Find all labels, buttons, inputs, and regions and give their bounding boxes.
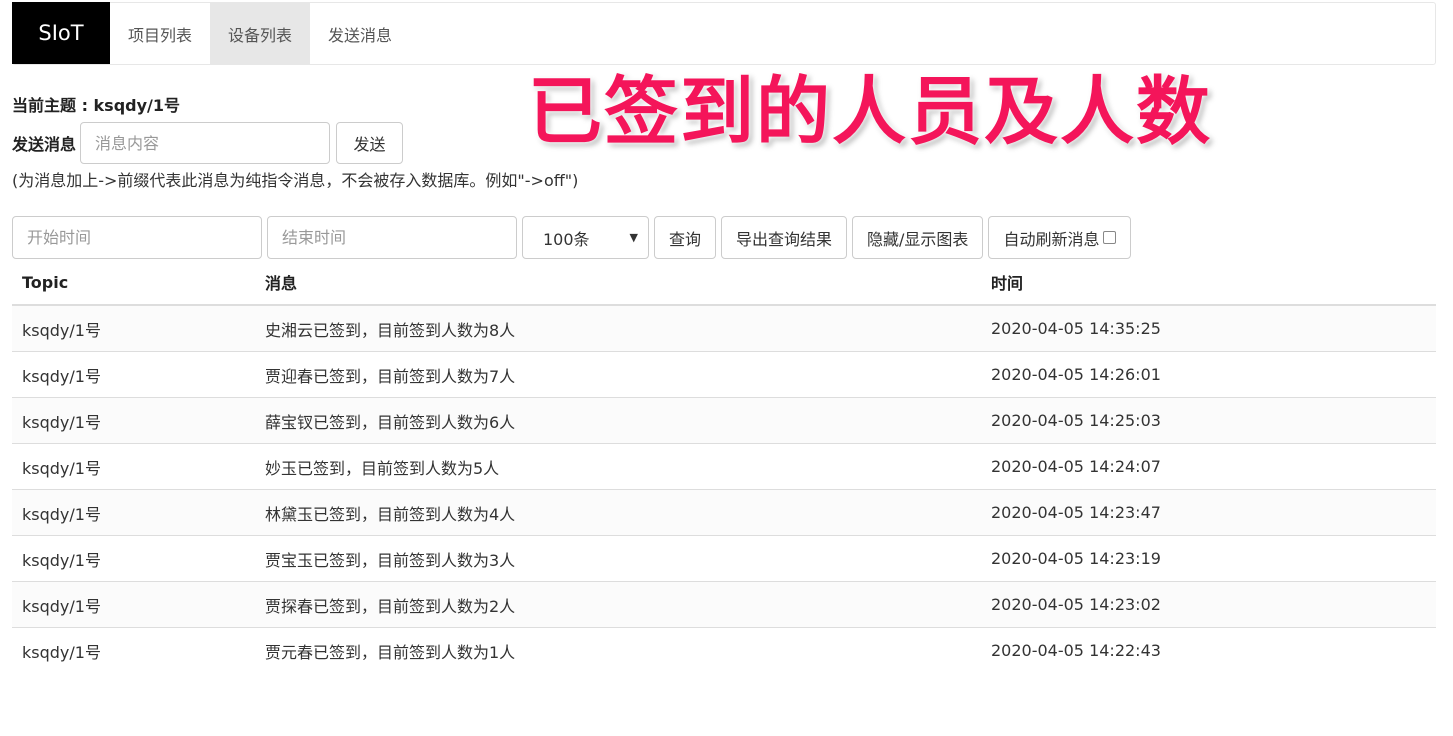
- cell-message: 贾探春已签到，目前签到人数为2人: [255, 581, 981, 628]
- cell-message: 妙玉已签到，目前签到人数为5人: [255, 443, 981, 490]
- send-message-row: 发送消息 发送: [12, 122, 404, 164]
- column-header-time: 时间: [981, 260, 1436, 306]
- nav-item-projects[interactable]: 项目列表: [110, 3, 210, 64]
- overlay-caption: 已签到的人员及人数: [528, 69, 1212, 155]
- cell-topic: ksqdy/1号: [12, 627, 255, 673]
- table-row: ksqdy/1号 贾探春已签到，目前签到人数为2人 2020-04-05 14:…: [12, 581, 1436, 628]
- auto-refresh-checkbox[interactable]: [1103, 231, 1117, 244]
- cell-time: 2020-04-05 14:24:07: [981, 443, 1436, 490]
- cell-topic: ksqdy/1号: [12, 351, 255, 398]
- caret-down-icon: ▼: [629, 231, 638, 244]
- send-message-label: 发送消息: [12, 135, 77, 154]
- cell-time: 2020-04-05 14:35:25: [981, 304, 1436, 352]
- start-time-input[interactable]: [12, 216, 262, 259]
- limit-select-value: 100条: [543, 229, 590, 249]
- cell-time: 2020-04-05 14:26:01: [981, 351, 1436, 398]
- cell-message: 林黛玉已签到，目前签到人数为4人: [255, 489, 981, 536]
- table-row: ksqdy/1号 薛宝钗已签到，目前签到人数为6人 2020-04-05 14:…: [12, 397, 1436, 444]
- cell-time: 2020-04-05 14:23:19: [981, 535, 1436, 582]
- cell-topic: ksqdy/1号: [12, 581, 255, 628]
- nav-item-devices[interactable]: 设备列表: [210, 3, 311, 64]
- cell-time: 2020-04-05 14:22:43: [981, 627, 1436, 673]
- cell-message: 史湘云已签到，目前签到人数为8人: [255, 304, 981, 352]
- end-time-input[interactable]: [267, 216, 517, 259]
- auto-refresh-label: 自动刷新消息: [1003, 229, 1100, 249]
- cell-topic: ksqdy/1号: [12, 397, 255, 444]
- table-row: ksqdy/1号 贾元春已签到，目前签到人数为1人 2020-04-05 14:…: [12, 627, 1436, 673]
- export-results-button[interactable]: 导出查询结果: [721, 216, 848, 259]
- cell-topic: ksqdy/1号: [12, 535, 255, 582]
- message-table: Topic 消息 时间 ksqdy/1号 史湘云已签到，目前签到人数为8人 20…: [12, 260, 1436, 673]
- table-row: ksqdy/1号 贾迎春已签到，目前签到人数为7人 2020-04-05 14:…: [12, 351, 1436, 398]
- brand-logo[interactable]: SIoT: [12, 2, 110, 64]
- table-row: ksqdy/1号 史湘云已签到，目前签到人数为8人 2020-04-05 14:…: [12, 304, 1436, 352]
- column-header-message: 消息: [255, 260, 981, 306]
- table-header-row: Topic 消息 时间: [12, 260, 1436, 306]
- cell-topic: ksqdy/1号: [12, 304, 255, 352]
- message-content-input[interactable]: [80, 122, 331, 164]
- cell-message: 贾元春已签到，目前签到人数为1人: [255, 627, 981, 673]
- table-row: ksqdy/1号 林黛玉已签到，目前签到人数为4人 2020-04-05 14:…: [12, 489, 1436, 536]
- cell-message: 贾迎春已签到，目前签到人数为7人: [255, 351, 981, 398]
- cell-time: 2020-04-05 14:25:03: [981, 397, 1436, 444]
- auto-refresh-toggle[interactable]: 自动刷新消息: [988, 216, 1132, 259]
- limit-select[interactable]: 100条 ▼: [522, 216, 649, 259]
- cell-time: 2020-04-05 14:23:47: [981, 489, 1436, 536]
- table-row: ksqdy/1号 妙玉已签到，目前签到人数为5人 2020-04-05 14:2…: [12, 443, 1436, 490]
- nav-item-send-message[interactable]: 发送消息: [310, 3, 410, 64]
- send-button[interactable]: 发送: [336, 122, 404, 164]
- query-button[interactable]: 查询: [654, 216, 717, 259]
- command-hint-text: (为消息加上->前缀代表此消息为纯指令消息，不会被存入数据库。例如"->off"…: [12, 171, 579, 190]
- cell-message: 贾宝玉已签到，目前签到人数为3人: [255, 535, 981, 582]
- cell-topic: ksqdy/1号: [12, 489, 255, 536]
- cell-time: 2020-04-05 14:23:02: [981, 581, 1436, 628]
- cell-topic: ksqdy/1号: [12, 443, 255, 490]
- filter-toolbar: 100条 ▼ 查询 导出查询结果 隐藏/显示图表 自动刷新消息: [12, 216, 1136, 259]
- column-header-topic: Topic: [12, 260, 255, 306]
- cell-message: 薛宝钗已签到，目前签到人数为6人: [255, 397, 981, 444]
- table-row: ksqdy/1号 贾宝玉已签到，目前签到人数为3人 2020-04-05 14:…: [12, 535, 1436, 582]
- current-topic: 当前主题 : ksqdy/1号: [12, 96, 181, 115]
- toggle-chart-button[interactable]: 隐藏/显示图表: [852, 216, 984, 259]
